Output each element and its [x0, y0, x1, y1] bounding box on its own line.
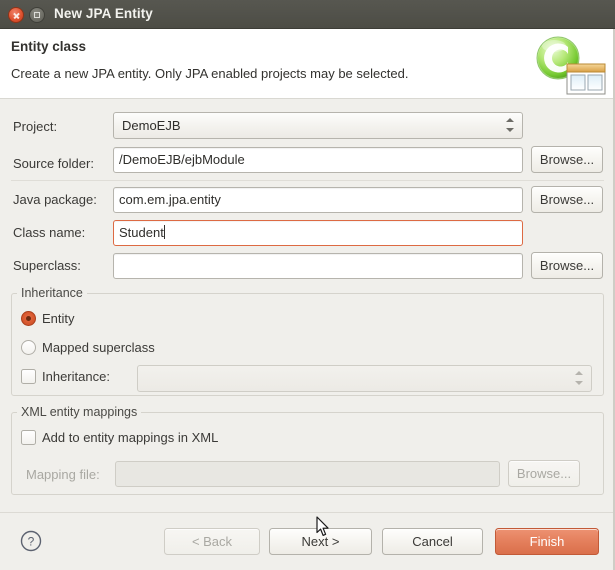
inheritance-group-title: Inheritance	[17, 286, 87, 300]
java-package-input[interactable]: com.em.jpa.entity	[113, 187, 523, 213]
add-to-entity-mappings-checkbox[interactable]	[21, 430, 36, 445]
close-icon[interactable]	[8, 7, 24, 23]
mapping-file-browse-button[interactable]: Browse...	[508, 460, 580, 487]
new-jpa-entity-dialog: New JPA Entity Entity class Create a new…	[0, 0, 615, 570]
source-folder-value: /DemoEJB/ejbModule	[119, 152, 245, 167]
chevron-updown-icon[interactable]	[506, 117, 515, 135]
svg-text:?: ?	[28, 535, 35, 549]
window-title: New JPA Entity	[54, 6, 153, 21]
java-package-label: Java package:	[13, 192, 97, 207]
class-name-label: Class name:	[13, 225, 86, 240]
project-combo[interactable]: DemoEJB	[113, 112, 523, 139]
class-name-input[interactable]: Student	[113, 220, 523, 246]
back-button[interactable]: < Back	[164, 528, 260, 555]
maximize-icon[interactable]	[29, 7, 45, 23]
chevron-updown-icon[interactable]	[575, 370, 584, 388]
superclass-browse-button[interactable]: Browse...	[531, 252, 603, 279]
mapping-file-input[interactable]	[115, 461, 500, 487]
title-bar: New JPA Entity	[0, 0, 615, 29]
page-description: Create a new JPA entity. Only JPA enable…	[11, 66, 409, 81]
inheritance-strategy-combo[interactable]	[137, 365, 592, 392]
add-to-entity-mappings-label: Add to entity mappings in XML	[42, 430, 219, 445]
superclass-input[interactable]	[113, 253, 523, 279]
footer-divider	[0, 512, 615, 513]
finish-button[interactable]: Finish	[495, 528, 599, 555]
project-combo-value: DemoEJB	[122, 118, 181, 133]
text-caret	[163, 225, 165, 239]
source-folder-label: Source folder:	[13, 156, 94, 171]
page-title: Entity class	[11, 39, 87, 54]
xml-entity-mappings-group-title: XML entity mappings	[17, 405, 142, 419]
inheritance-checkbox[interactable]	[21, 369, 36, 384]
java-package-value: com.em.jpa.entity	[119, 192, 221, 207]
mapping-file-label: Mapping file:	[26, 467, 100, 482]
help-question-icon[interactable]: ?	[20, 530, 42, 552]
wizard-header: Entity class Create a new JPA entity. On…	[0, 29, 615, 99]
source-folder-browse-button[interactable]: Browse...	[531, 146, 603, 173]
entity-radio[interactable]	[21, 311, 36, 326]
source-folder-input[interactable]: /DemoEJB/ejbModule	[113, 147, 523, 173]
inheritance-checkbox-label: Inheritance:	[42, 369, 110, 384]
jpa-entity-wizard-icon	[529, 32, 607, 98]
mapped-superclass-radio-label: Mapped superclass	[42, 340, 155, 355]
next-button[interactable]: Next >	[269, 528, 372, 555]
superclass-label: Superclass:	[13, 258, 81, 273]
section-divider	[11, 180, 604, 181]
entity-radio-label: Entity	[42, 311, 75, 326]
cancel-button[interactable]: Cancel	[382, 528, 483, 555]
class-name-value: Student	[119, 225, 164, 240]
project-label: Project:	[13, 119, 58, 134]
mapped-superclass-radio[interactable]	[21, 340, 36, 355]
java-package-browse-button[interactable]: Browse...	[531, 186, 603, 213]
